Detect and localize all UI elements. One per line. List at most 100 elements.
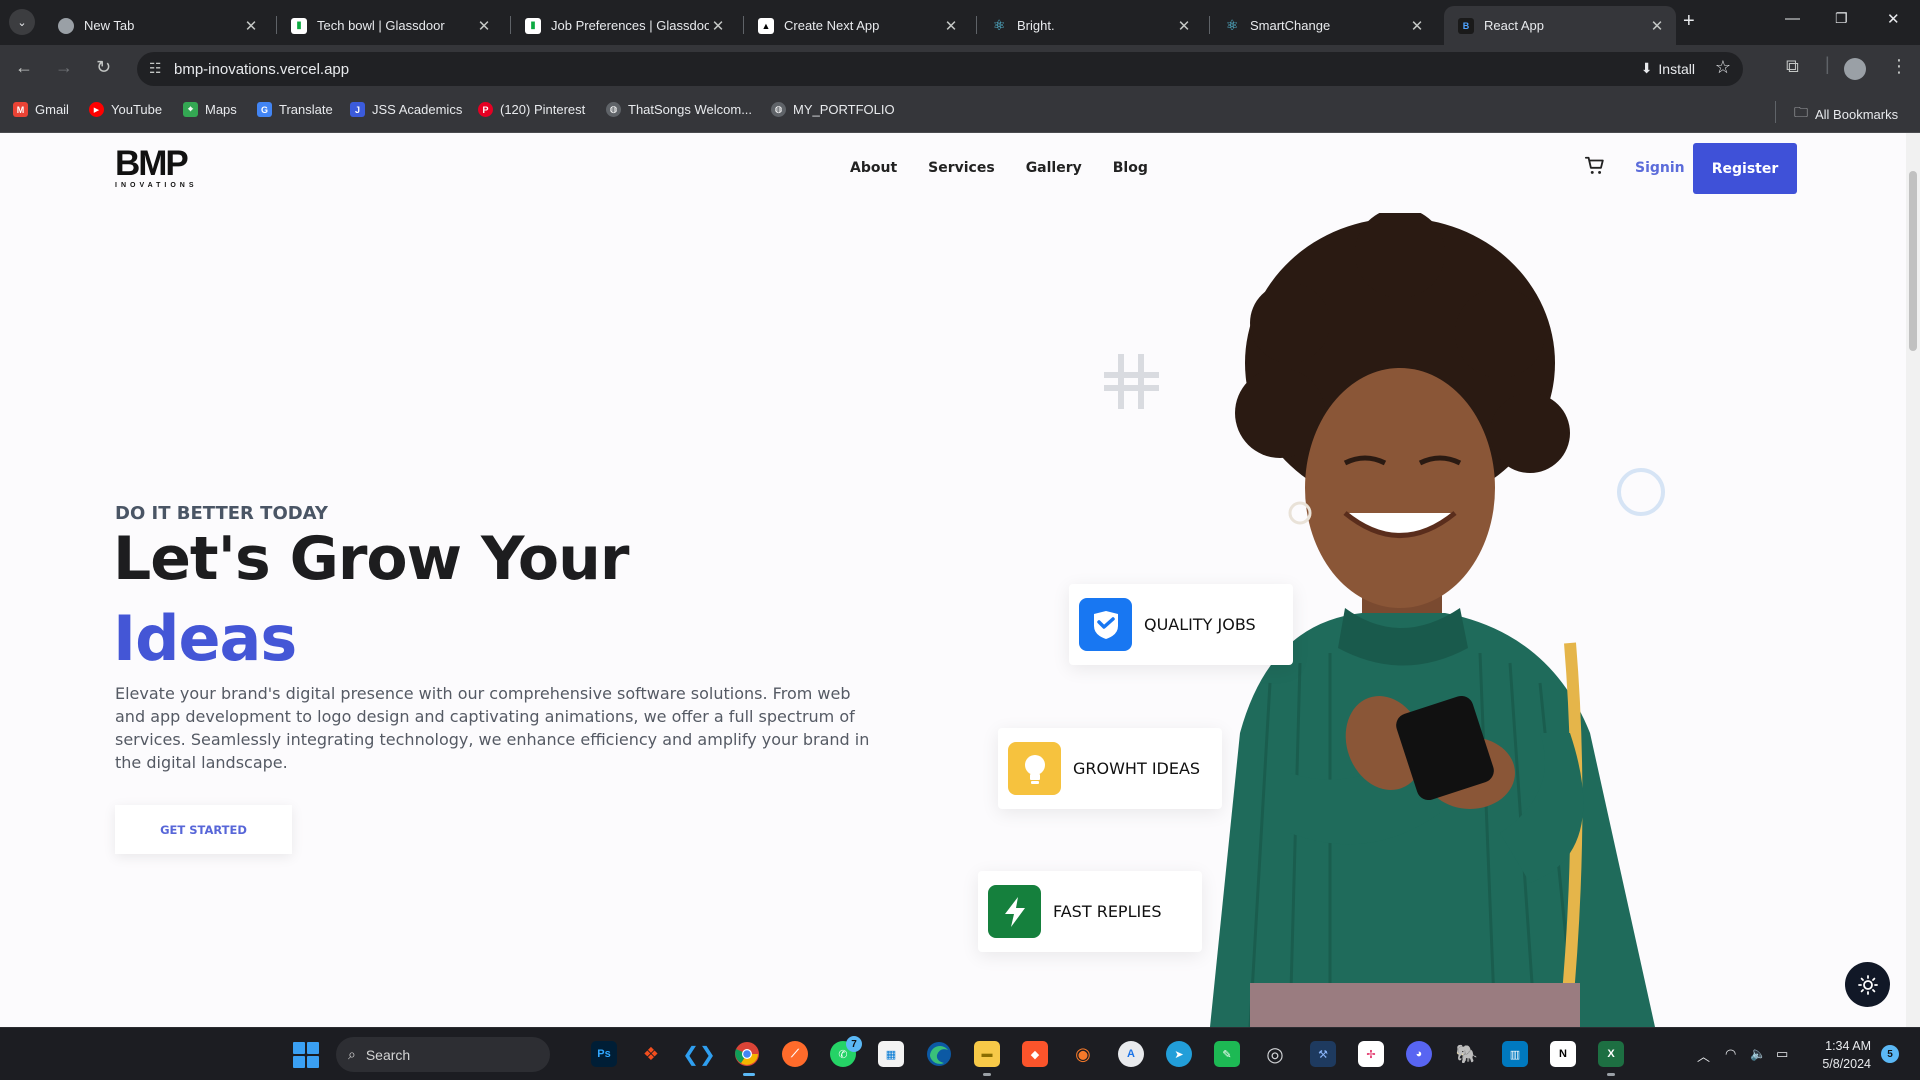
tab-create-next-app[interactable]: ▲ Create Next App ✕ [744, 6, 970, 45]
tab-new-tab[interactable]: New Tab ✕ [44, 6, 270, 45]
search-icon: ⌕ [348, 1046, 356, 1062]
tab-tech-bowl[interactable]: ▮ Tech bowl | Glassdoor ✕ [277, 6, 503, 45]
photoshop-icon[interactable]: Ps [591, 1041, 617, 1067]
notion-icon[interactable]: N [1550, 1041, 1576, 1067]
close-icon[interactable]: ✕ [242, 17, 260, 35]
bookmark-label: MY_PORTFOLIO [793, 102, 895, 117]
toolbar-divider: | [1825, 54, 1830, 74]
excel-icon[interactable]: X [1598, 1041, 1624, 1067]
tab-title: Job Preferences | Glassdoor [551, 18, 709, 33]
bookmark-label: Gmail [35, 102, 69, 117]
more-menu-icon[interactable]: ⋮ [1890, 56, 1908, 77]
windows-start-icon[interactable] [293, 1042, 319, 1068]
extensions-icon[interactable]: ⧉ [1786, 56, 1799, 77]
restore-icon[interactable]: ❐ [1835, 10, 1848, 27]
file-explorer-icon[interactable]: ▬ [974, 1041, 1000, 1067]
trello-icon[interactable]: ▥ [1502, 1041, 1528, 1067]
maps-icon: ⌖ [183, 102, 198, 117]
bookmark-maps[interactable]: ⌖ Maps [183, 102, 237, 117]
tab-react-app[interactable]: B React App ✕ [1444, 6, 1676, 45]
edge-icon[interactable] [926, 1041, 952, 1067]
taskbar-clock[interactable]: 1:34 AM 5/8/2024 [1805, 1037, 1871, 1073]
close-icon[interactable]: ✕ [475, 17, 493, 35]
page-scrollbar[interactable] [1906, 133, 1920, 1027]
logo-subtext: INOVATIONS [115, 182, 198, 189]
nav-about[interactable]: About [850, 160, 897, 176]
bookmark-gmail[interactable]: M Gmail [13, 102, 69, 117]
handshake-icon [1079, 598, 1132, 651]
bookmark-label: Translate [279, 102, 333, 117]
store-icon[interactable]: ▦ [878, 1041, 904, 1067]
telegram-icon[interactable]: ➤ [1166, 1041, 1192, 1067]
new-tab-button[interactable]: + [1683, 10, 1695, 33]
get-started-button[interactable]: GET STARTED [115, 805, 292, 854]
close-icon[interactable]: ✕ [709, 17, 727, 35]
slack-icon[interactable]: ✢ [1358, 1041, 1384, 1067]
bookmark-translate[interactable]: G Translate [257, 102, 333, 117]
site-logo[interactable]: BMP INOVATIONS [115, 146, 207, 191]
vscode-icon[interactable]: ❮❯ [682, 1041, 716, 1067]
app-store-icon[interactable]: A [1118, 1041, 1144, 1067]
blender-icon[interactable]: ◉ [1070, 1041, 1096, 1067]
notification-badge[interactable]: 5 [1881, 1045, 1899, 1063]
all-bookmarks-button[interactable]: 🗀 All Bookmarks [1794, 102, 1898, 126]
profile-avatar[interactable] [1844, 58, 1866, 80]
phone-link-icon[interactable]: ✎ [1214, 1041, 1240, 1067]
bookmark-my-portfolio[interactable]: ◍ MY_PORTFOLIO [771, 102, 895, 117]
close-icon[interactable]: ✕ [1648, 17, 1666, 35]
site-info-icon[interactable]: ☷ [149, 60, 162, 77]
postman-icon[interactable]: ⟋ [782, 1041, 808, 1067]
bookmark-star-icon[interactable]: ☆ [1715, 57, 1731, 78]
battery-icon[interactable]: ▭ [1776, 1046, 1788, 1062]
hero-description: Elevate your brand's digital presence wi… [115, 684, 870, 772]
tray-chevron-icon[interactable]: ︿ [1697, 1046, 1710, 1065]
hero-headline: Let's Grow Your [113, 524, 629, 594]
chrome-taskbar-icon[interactable] [734, 1041, 760, 1067]
nav-gallery[interactable]: Gallery [1026, 160, 1082, 176]
address-bar[interactable]: ☷ bmp-inovations.vercel.app ⬇ Install ☆ [137, 52, 1743, 86]
discord-icon[interactable]: ◕ [1406, 1041, 1432, 1067]
close-icon[interactable]: ✕ [942, 17, 960, 35]
reload-icon[interactable]: ↻ [96, 57, 111, 78]
bookmark-pinterest[interactable]: P (120) Pinterest [478, 102, 585, 117]
brave-icon[interactable]: ◆ [1022, 1041, 1048, 1067]
pinterest-icon: P [478, 102, 493, 117]
feature-label: FAST REPLIES [1053, 902, 1162, 921]
bookmark-youtube[interactable]: ▶ YouTube [89, 102, 162, 117]
tab-title: SmartChange [1250, 18, 1331, 33]
signin-link[interactable]: Signin [1635, 160, 1685, 176]
nav-blog[interactable]: Blog [1113, 160, 1148, 176]
window-close-icon[interactable]: ✕ [1887, 10, 1900, 28]
bookmark-jss-academics[interactable]: J JSS Academics [350, 102, 462, 117]
figma-icon[interactable]: ❖ [638, 1041, 664, 1067]
postgres-icon[interactable]: 🐘 [1454, 1041, 1480, 1067]
chrome-icon [58, 17, 74, 34]
back-icon[interactable]: ← [15, 57, 33, 78]
volume-icon[interactable]: 🔈 [1750, 1046, 1766, 1062]
tab-smartchange[interactable]: ⚛ SmartChange ✕ [1210, 6, 1436, 45]
obs-icon[interactable]: ◎ [1262, 1041, 1288, 1067]
taskbar-search[interactable]: ⌕ Search [336, 1037, 550, 1072]
nav-services[interactable]: Services [928, 160, 995, 176]
tab-search-button[interactable]: ⌄ [9, 9, 35, 35]
close-icon[interactable]: ✕ [1408, 17, 1426, 35]
install-app-button[interactable]: ⬇ Install [1641, 60, 1695, 77]
ssms-icon[interactable]: ⚒ [1310, 1041, 1336, 1067]
wifi-icon[interactable]: ◠ [1725, 1046, 1736, 1062]
react-icon: ⚛ [992, 17, 1006, 33]
tab-bright[interactable]: ⚛ Bright. ✕ [977, 6, 1203, 45]
jss-icon: J [350, 102, 365, 117]
forward-icon[interactable]: → [55, 57, 73, 78]
tab-job-preferences[interactable]: ▮ Job Preferences | Glassdoor ✕ [511, 6, 737, 45]
clock-date: 5/8/2024 [1822, 1057, 1871, 1071]
theme-toggle-button[interactable] [1845, 962, 1890, 1007]
translate-icon: G [257, 102, 272, 117]
minimize-icon[interactable]: — [1785, 10, 1800, 27]
scrollbar-thumb[interactable] [1909, 171, 1917, 351]
web-page: BMP INOVATIONS About Services Gallery Bl… [0, 133, 1920, 1027]
cart-icon[interactable] [1584, 155, 1606, 177]
register-button[interactable]: Register [1693, 143, 1797, 194]
close-icon[interactable]: ✕ [1175, 17, 1193, 35]
open-app-indicator [1607, 1073, 1615, 1076]
bookmark-thatsongs[interactable]: ◍ ThatSongs Welcom... [606, 102, 752, 117]
